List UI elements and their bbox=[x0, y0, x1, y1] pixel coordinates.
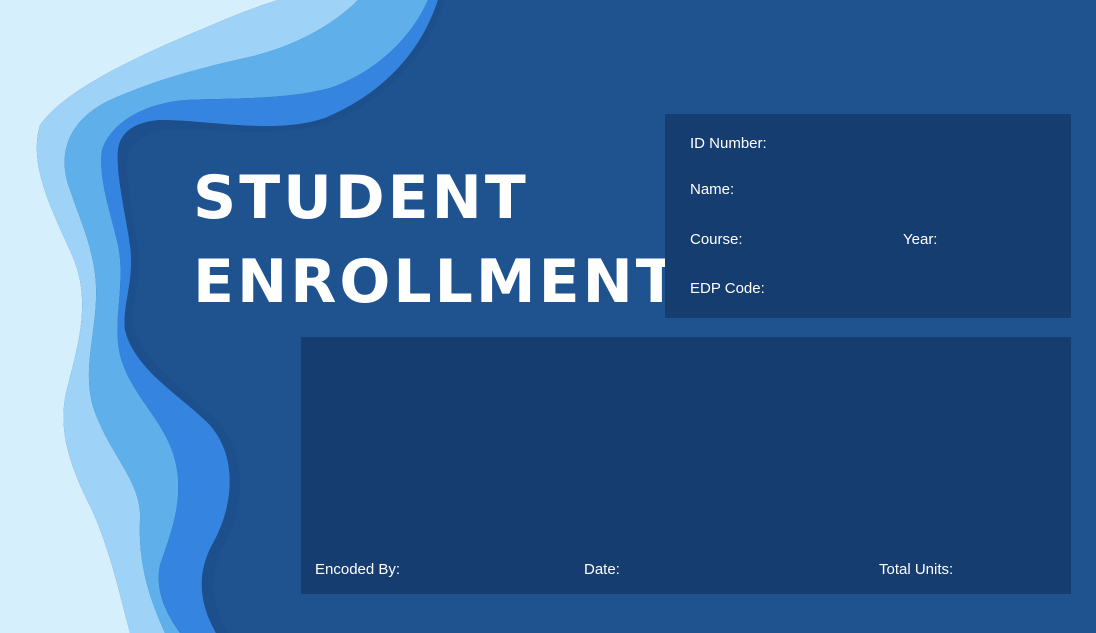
name-label: Name: bbox=[690, 181, 735, 198]
subjects-panel: Encoded By: Date: Total Units: bbox=[301, 337, 1071, 594]
id-number-label: ID Number: bbox=[690, 135, 767, 152]
student-info-panel: ID Number: Name: Course: Year: EDP Code: bbox=[665, 114, 1071, 318]
title-line-2: ENROLLMENT bbox=[193, 247, 680, 317]
total-units-label: Total Units: bbox=[879, 561, 954, 578]
encoded-by-label: Encoded By: bbox=[315, 561, 401, 578]
title-line-1: STUDENT bbox=[193, 163, 529, 233]
edp-code-label: EDP Code: bbox=[690, 280, 765, 297]
course-label: Course: bbox=[690, 231, 743, 248]
year-label: Year: bbox=[903, 231, 938, 248]
date-label: Date: bbox=[584, 561, 620, 578]
page-title: STUDENT ENROLLMENT bbox=[193, 156, 680, 324]
